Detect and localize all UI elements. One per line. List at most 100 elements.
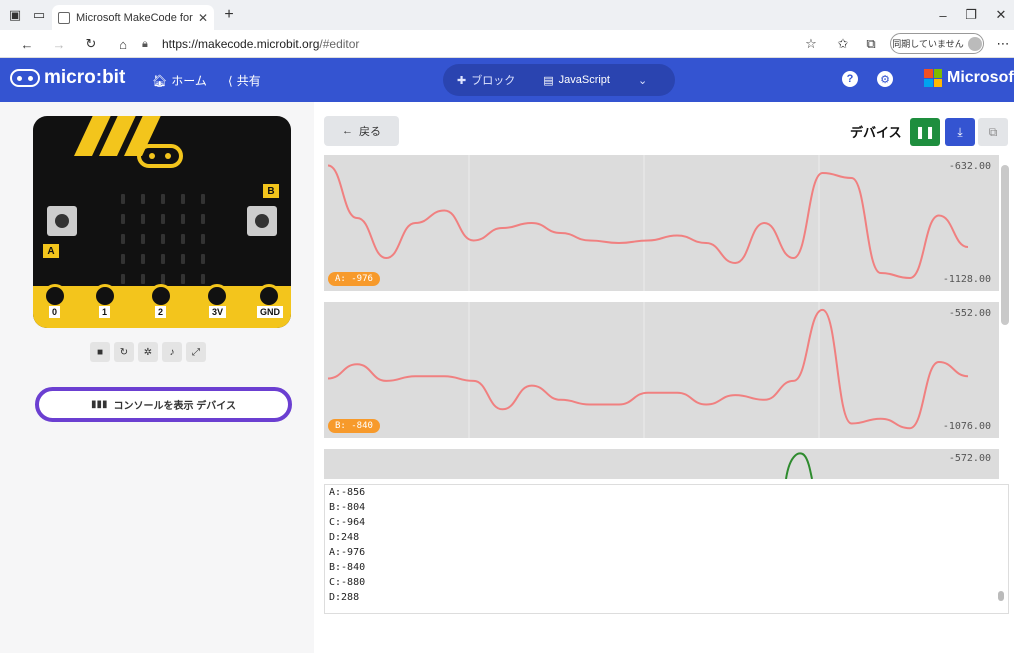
avatar (967, 36, 982, 51)
sidebar-toggle-icon[interactable]: ▣ (6, 6, 24, 24)
debug-icon[interactable]: ✲ (138, 342, 158, 362)
javascript-tab[interactable]: ▤ JavaScript (529, 74, 624, 87)
chart-c-max: -572.00 (948, 453, 991, 464)
back-label: 戻る (359, 126, 381, 138)
home-icon[interactable]: ⌂ (114, 35, 132, 53)
profile-sync-button[interactable]: 同期していません (890, 33, 984, 54)
forward-arrow-icon[interactable]: → (50, 35, 68, 53)
lock-icon: 🔒︎ (142, 37, 148, 50)
button-b-label: B (263, 184, 279, 198)
console-line: A:-856 (329, 487, 366, 498)
pin-label: 0 (49, 306, 61, 318)
pin-gnd-ring[interactable] (257, 284, 281, 308)
new-tab-icon[interactable]: + (220, 6, 238, 24)
collections-icon[interactable]: ⧉ (862, 35, 880, 53)
home-button[interactable]: 🏠︎ ホーム (152, 72, 207, 89)
tab-title: Microsoft MakeCode for mi (76, 11, 194, 24)
share-icon: ⟨ (228, 73, 233, 88)
series-a-badge: A: -976 (328, 272, 380, 286)
fullscreen-icon[interactable]: ⤢ (186, 342, 206, 362)
microbit-board: A B 0 1 2 3V GND (33, 116, 291, 328)
pin-0-ring[interactable] (43, 284, 67, 308)
microbit-logo-icon (10, 69, 40, 87)
chart-b-min: -1076.00 (942, 421, 991, 432)
button-b[interactable] (247, 206, 277, 236)
url-field[interactable]: 🔒︎ https://makecode.microbit.org /#edito… (142, 33, 782, 55)
stop-icon[interactable]: ■ (90, 342, 110, 362)
copy-button[interactable]: ⧉ (978, 118, 1008, 146)
arrow-left-icon: ← (342, 125, 353, 137)
pin-label: 2 (155, 306, 167, 318)
url-host: https://makecode.microbit.org (162, 37, 320, 51)
blocks-tab[interactable]: ✚ ブロック (443, 72, 529, 88)
console-line: D:288 (329, 592, 360, 603)
pin-3v-ring[interactable] (205, 284, 229, 308)
chart-a-svg (327, 155, 969, 291)
serial-console-log: A:-856 B:-804 C:-964 D:248 A:-976 B:-840 C:-88… (324, 484, 1009, 614)
show-console-device-button[interactable]: ▮▮▮ コンソールを表示 デバイス (35, 387, 292, 422)
refresh-icon[interactable]: ↻ (82, 35, 100, 53)
edge-connector: 0 1 2 3V GND (33, 284, 291, 328)
back-arrow-icon[interactable]: ← (18, 35, 36, 53)
series-a-line (327, 164, 969, 280)
console-line: A:-976 (329, 547, 366, 558)
led-matrix (113, 189, 213, 289)
puzzle-icon: ✚ (457, 74, 467, 87)
share-label: 共有 (236, 74, 261, 88)
logo-text: micro:bit (44, 67, 126, 88)
browser-tab-bar: ▣ ▭ Microsoft MakeCode for mi ✕ + – ❐ ✕ (0, 0, 1014, 30)
button-a-label: A (43, 244, 59, 258)
restart-icon[interactable]: ↻ (114, 342, 134, 362)
close-icon[interactable]: ✕ (198, 11, 208, 25)
minimize-icon[interactable]: – (934, 6, 952, 24)
share-button[interactable]: ⟨ 共有 (228, 72, 261, 89)
chart-a-max: -632.00 (948, 161, 991, 172)
restore-icon[interactable]: ❐ (962, 6, 980, 24)
microsoft-grid-icon (924, 69, 942, 87)
chart-b-max: -552.00 (948, 308, 991, 319)
address-bar-row: ← → ↻ ⌂ 🔒︎ https://makecode.microbit.org… (0, 30, 1014, 58)
board-logo-icon (137, 144, 183, 168)
console-line: B:-804 (329, 502, 366, 513)
gear-icon[interactable]: ⚙ (877, 71, 893, 87)
download-button[interactable]: ⤓ (945, 118, 975, 146)
tab-actions-icon[interactable]: ▭ (30, 6, 48, 24)
chevron-down-icon: ⌄ (637, 74, 648, 87)
microsoft-label: Microsoft (947, 69, 1014, 86)
chart-scrollbar[interactable] (1001, 165, 1009, 325)
chart-a-panel: -632.00 -1128.00 A: -976 (324, 155, 999, 291)
blocks-label: ブロック (471, 75, 516, 87)
page-icon (58, 11, 70, 24)
series-c-line (785, 452, 813, 479)
serial-editor: ← 戻る デバイス ❚❚ ⤓ ⧉ -632.00 -1128.00 A: -97… (314, 102, 1014, 653)
editor-toggle: ✚ ブロック ▤ JavaScript ⌄ (443, 64, 675, 96)
console-lines: A:-856 B:-804 C:-964 D:248 A:-976 B:-840 C:-88… (325, 485, 1008, 605)
browser-tab[interactable]: Microsoft MakeCode for mi ✕ (52, 5, 214, 30)
pin-1-ring[interactable] (93, 284, 117, 308)
favorites-icon[interactable]: ✩ (834, 35, 852, 53)
device-label: デバイス (850, 125, 902, 140)
button-a[interactable] (47, 206, 77, 236)
back-button[interactable]: ← 戻る (324, 116, 399, 146)
help-icon[interactable]: ? (842, 71, 858, 87)
house-icon: 🏠︎ (152, 73, 168, 88)
read-aloud-icon[interactable]: ☆ (802, 35, 820, 53)
window-close-icon[interactable]: ✕ (992, 6, 1010, 24)
pin-label: GND (257, 306, 283, 318)
more-icon[interactable]: ⋯ (994, 35, 1012, 53)
console-scrollbar[interactable] (998, 591, 1004, 601)
series-b-line (327, 308, 969, 430)
mute-icon[interactable]: ♪ (162, 342, 182, 362)
language-dropdown[interactable]: ⌄ (624, 74, 661, 87)
pin-2-ring[interactable] (149, 284, 173, 308)
simulator-pane: A B 0 1 2 3V GND ■ ↻ ✲ ♪ ⤢ ▮▮▮ コンソールを表示 … (0, 102, 314, 653)
console-line: C:-880 (329, 577, 366, 588)
home-label: ホーム (171, 74, 207, 88)
pause-button[interactable]: ❚❚ (910, 118, 940, 146)
pin-label: 1 (99, 306, 111, 318)
javascript-label: JavaScript (558, 74, 610, 86)
chart-c-panel: -572.00 (324, 449, 999, 479)
microsoft-logo[interactable]: Microsoft (924, 69, 1014, 87)
chart-a-min: -1128.00 (942, 274, 991, 285)
microbit-logo[interactable]: micro:bit (10, 67, 125, 89)
